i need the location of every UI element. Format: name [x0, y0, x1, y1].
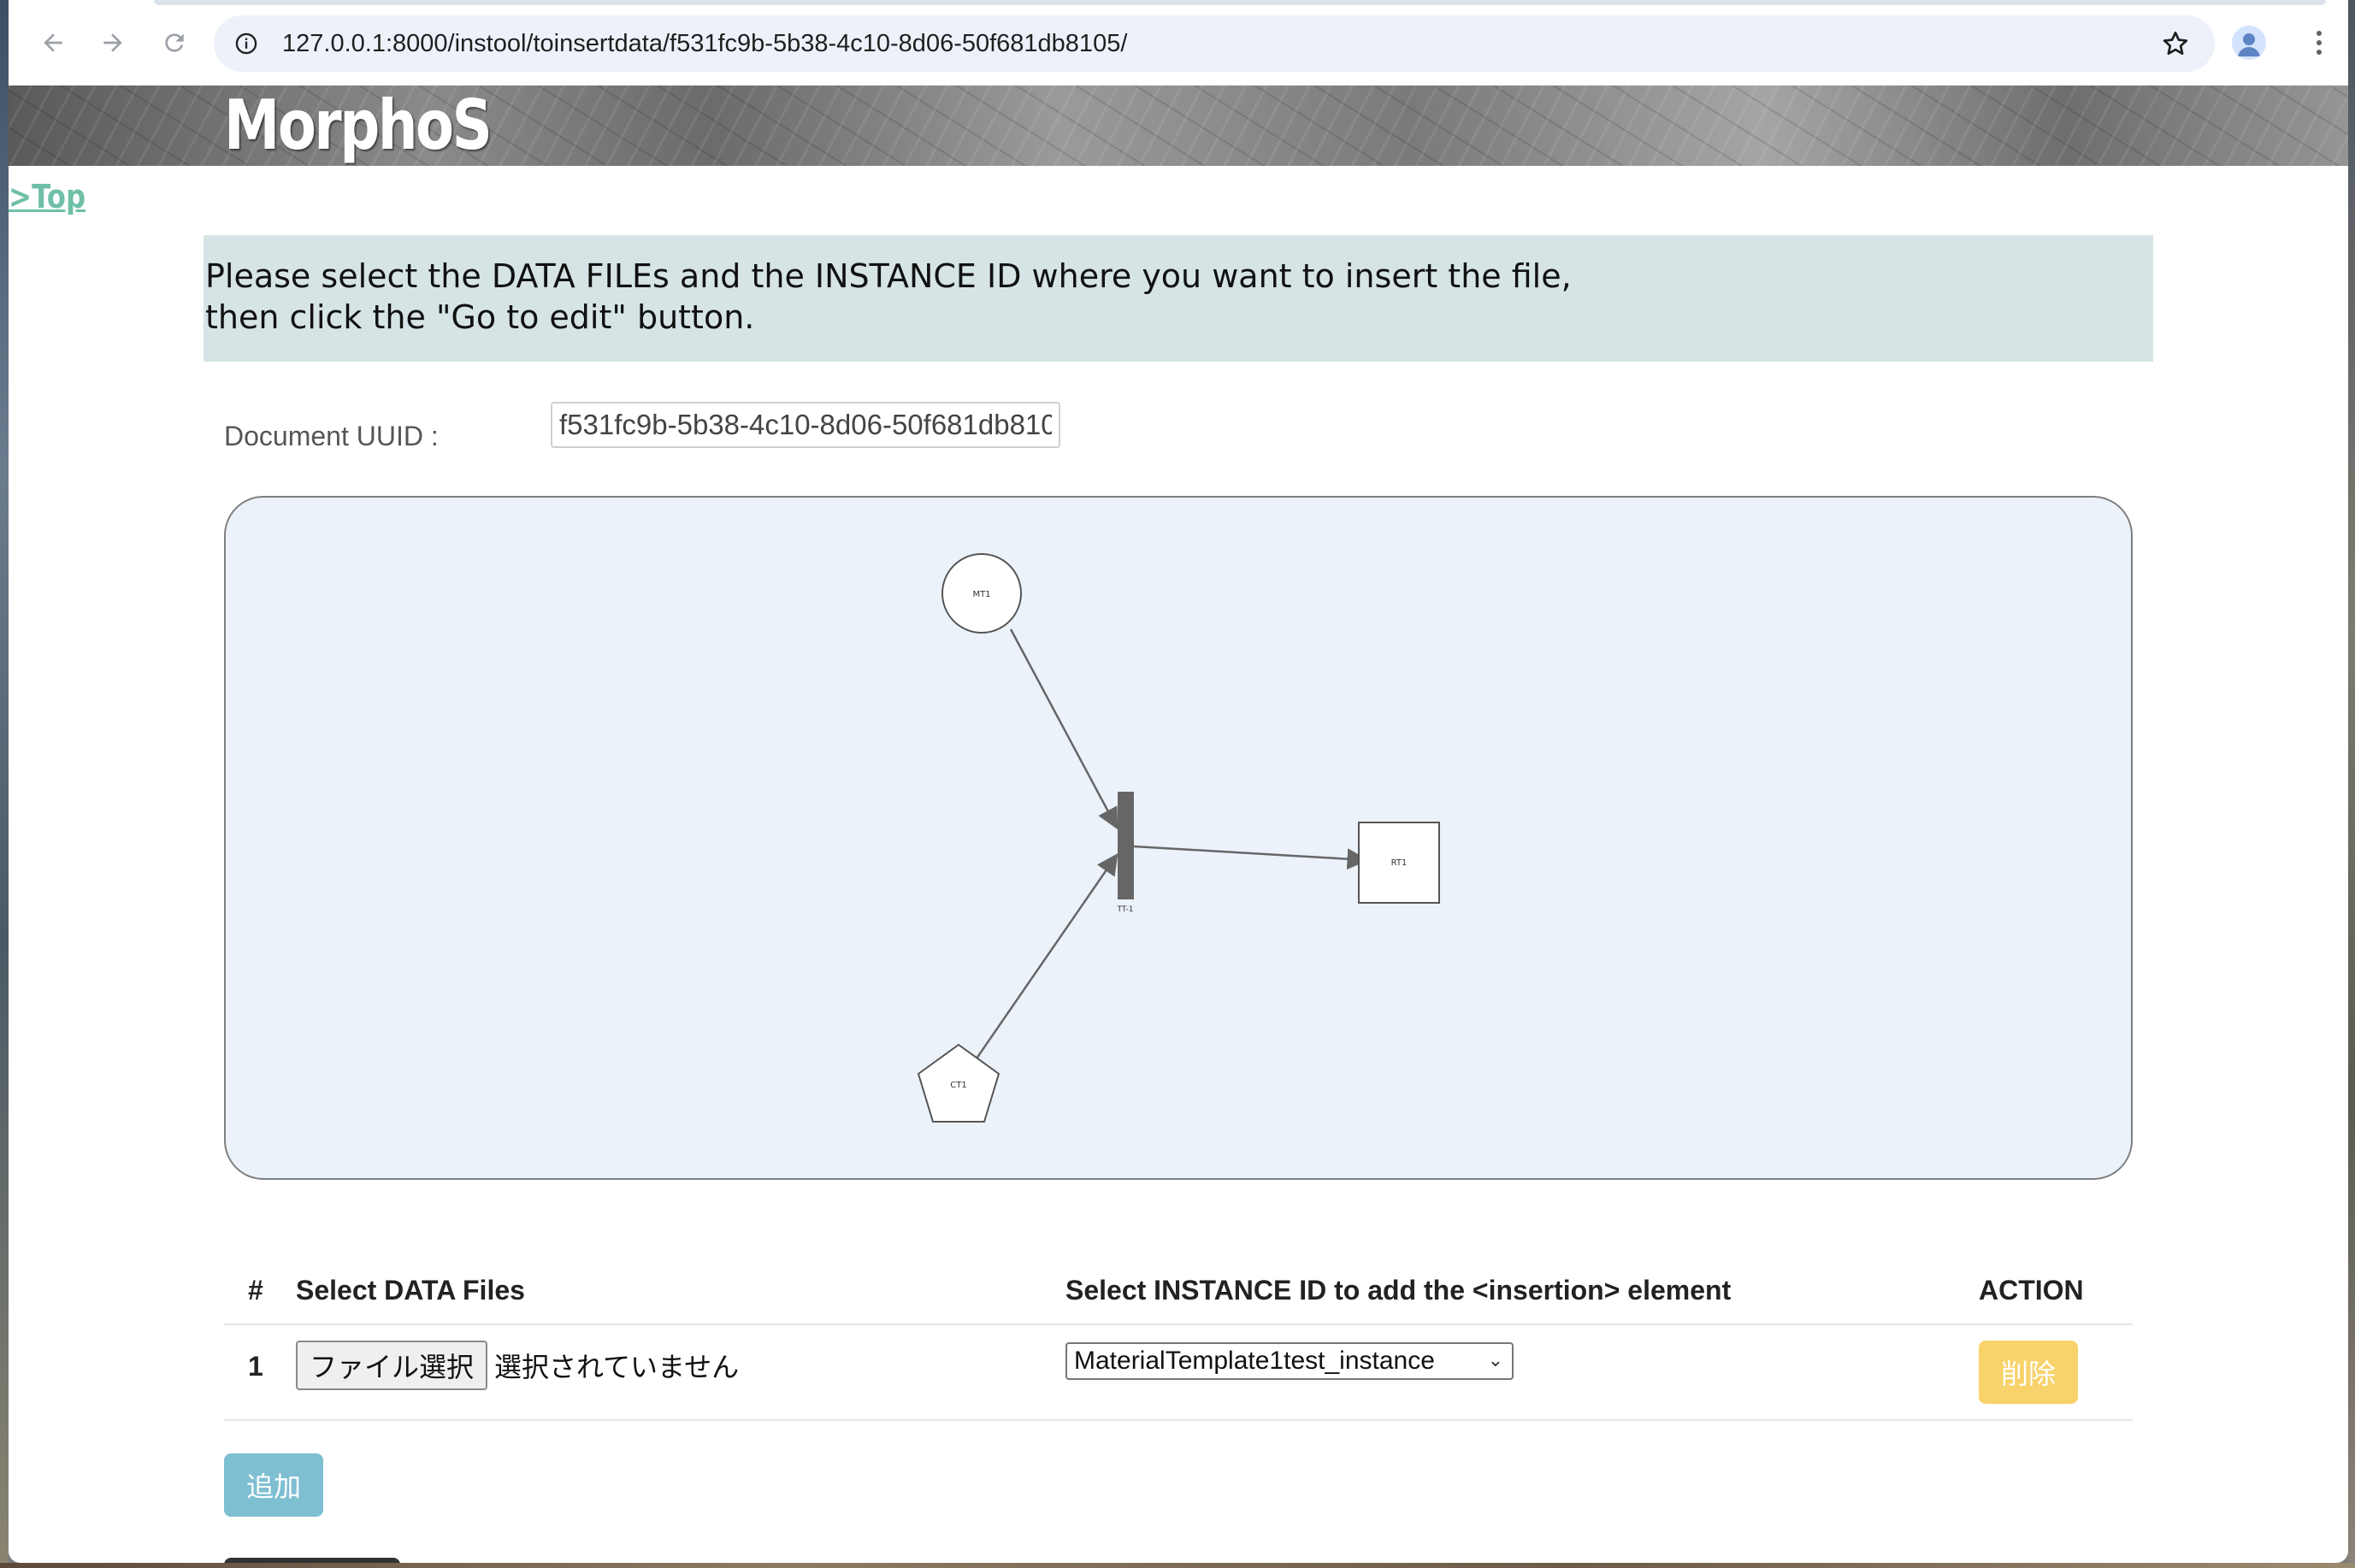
top-link[interactable]: >Top	[9, 178, 86, 215]
go-to-edit-button-partial[interactable]	[224, 1558, 400, 1563]
instance-id-select[interactable]: MaterialTemplate1test_instance ⌄	[1065, 1342, 1514, 1380]
action-cell: 削除	[1979, 1324, 2133, 1421]
column-header-action: ACTION	[1979, 1257, 2133, 1325]
table-header-row: # Select DATA Files Select INSTANCE ID t…	[224, 1257, 2133, 1325]
desktop-background-right	[2348, 0, 2355, 1568]
browser-window: 127.0.0.1:8000/instool/toinsertdata/f531…	[9, 0, 2348, 1563]
diagram-canvas: MT1 TT-1 RT1 CT1	[917, 553, 1440, 1123]
edge-mt1-to-tt1	[1009, 628, 1118, 830]
node-mt1[interactable]: MT1	[941, 553, 1022, 634]
row-number: 1	[248, 1351, 263, 1382]
edge-ct1-to-tt1	[975, 852, 1118, 1059]
file-input[interactable]: ファイル選択 選択されていません	[296, 1341, 1065, 1390]
desktop-background-left	[0, 0, 9, 1568]
document-uuid-label: Document UUID :	[224, 421, 439, 451]
chevron-down-icon: ⌄	[1487, 1349, 1503, 1371]
back-button[interactable]	[34, 24, 72, 62]
instance-id-selected-value: MaterialTemplate1test_instance	[1074, 1347, 1435, 1375]
node-tt1-label: TT-1	[1117, 905, 1134, 914]
column-header-num: #	[224, 1257, 296, 1325]
tab-strip	[154, 0, 2326, 5]
bookmark-star-icon[interactable]	[2160, 28, 2191, 59]
reload-icon	[165, 33, 184, 52]
table-row: 1 ファイル選択 選択されていません MaterialTemplate1test…	[224, 1324, 2133, 1421]
document-uuid-field[interactable]	[551, 402, 1060, 448]
edge-tt1-to-rt1	[1133, 845, 1369, 870]
page-content: MorphoS >Top Please select the DATA FILE…	[9, 85, 2348, 1563]
petri-net-diagram[interactable]: MT1 TT-1 RT1 CT1	[224, 496, 2133, 1180]
info-icon[interactable]	[234, 32, 258, 56]
node-rt1-label: RT1	[1391, 858, 1408, 868]
node-ct1[interactable]: CT1	[917, 1043, 1000, 1123]
row-num-cell: 1	[224, 1324, 296, 1421]
kebab-menu-icon[interactable]	[2302, 26, 2336, 60]
profile-avatar-icon[interactable]	[2232, 26, 2266, 60]
forward-button[interactable]	[94, 24, 132, 62]
node-tt1[interactable]: TT-1	[1117, 792, 1134, 914]
browser-toolbar: 127.0.0.1:8000/instool/toinsertdata/f531…	[9, 0, 2348, 85]
header-banner: MorphoS	[9, 85, 2348, 166]
node-mt1-label: MT1	[972, 590, 990, 599]
add-row-button[interactable]: 追加	[224, 1453, 323, 1517]
instance-cell: MaterialTemplate1test_instance ⌄	[1065, 1324, 1979, 1421]
node-ct1-label: CT1	[950, 1081, 966, 1090]
arrow-right-icon	[103, 33, 122, 52]
instruction-box: Please select the DATA FILEs and the INS…	[204, 235, 2153, 362]
choose-file-button[interactable]: ファイル選択	[296, 1341, 488, 1390]
instruction-line-1: Please select the DATA FILEs and the INS…	[205, 257, 1572, 295]
delete-row-button[interactable]: 削除	[1979, 1341, 2078, 1404]
reload-button[interactable]	[156, 24, 193, 62]
column-header-instance: Select INSTANCE ID to add the <insertion…	[1065, 1257, 1979, 1325]
data-files-table: # Select DATA Files Select INSTANCE ID t…	[224, 1257, 2133, 1421]
url-text[interactable]: 127.0.0.1:8000/instool/toinsertdata/f531…	[282, 15, 1127, 72]
site-logo[interactable]: MorphoS	[224, 87, 493, 164]
instruction-line-2: then click the "Go to edit" button.	[205, 298, 755, 336]
desktop-background-bottom	[0, 1563, 2355, 1568]
node-rt1[interactable]: RT1	[1358, 822, 1440, 904]
instruction-text: Please select the DATA FILEs and the INS…	[205, 256, 1572, 338]
column-header-files: Select DATA Files	[296, 1257, 1065, 1325]
file-cell: ファイル選択 選択されていません	[296, 1324, 1065, 1421]
file-status-text: 選択されていません	[494, 1351, 740, 1383]
address-bar[interactable]: 127.0.0.1:8000/instool/toinsertdata/f531…	[214, 15, 2215, 72]
arrow-left-icon	[44, 33, 62, 52]
